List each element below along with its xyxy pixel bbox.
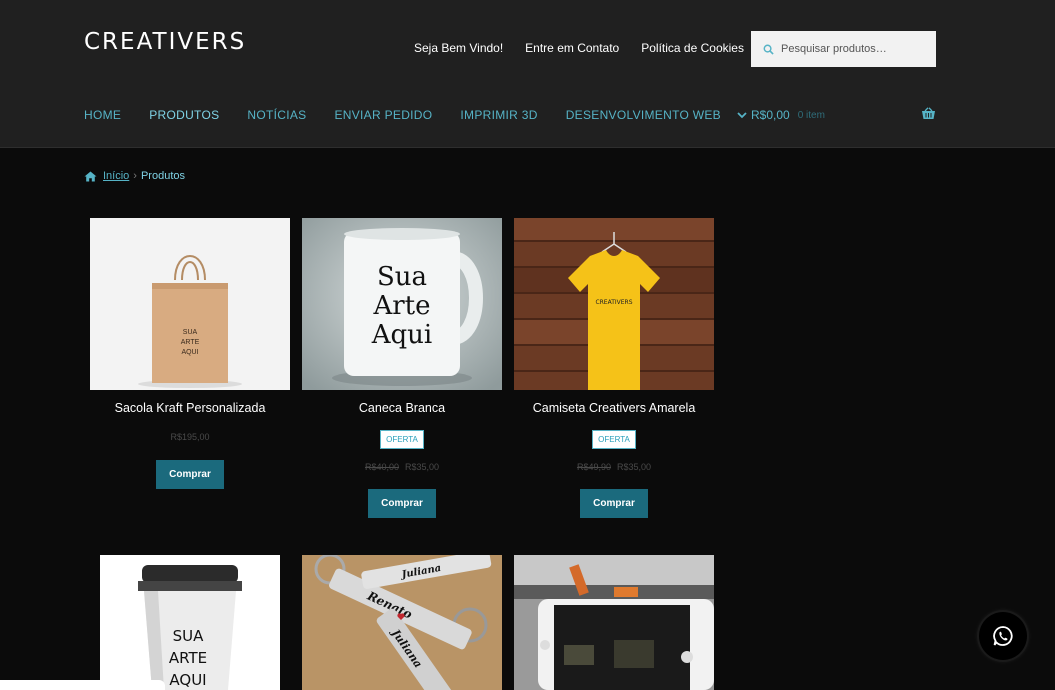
site-header: CREATIVERS Seja Bem Vindo! Entre em Cont… bbox=[0, 0, 1055, 148]
buy-button[interactable]: Comprar bbox=[580, 489, 648, 518]
nav-item-enviar-pedido[interactable]: ENVIAR PEDIDO bbox=[334, 108, 432, 122]
cookie-notice-edge bbox=[0, 680, 165, 690]
product-image[interactable] bbox=[514, 555, 714, 690]
price-original: R$49,90 bbox=[576, 462, 611, 472]
product-image[interactable]: SUA ARTE AQUI bbox=[100, 555, 280, 690]
shirt-print-text: CREATIVERS bbox=[595, 299, 632, 306]
mug-art-text-2: Arte bbox=[372, 291, 430, 321]
nav-item-imprimir-3d[interactable]: IMPRIMIR 3D bbox=[460, 108, 537, 122]
nav-item-produtos[interactable]: PRODUTOS bbox=[149, 108, 219, 122]
whatsapp-chat-button[interactable] bbox=[979, 612, 1027, 660]
product-price: R$40,00 R$35,00 bbox=[302, 462, 502, 472]
cup-art-text-3: AQUI bbox=[169, 671, 206, 689]
sale-badge: OFERTA bbox=[380, 430, 424, 449]
buy-button[interactable]: Comprar bbox=[368, 489, 436, 518]
product-image[interactable]: CREATIVERS bbox=[514, 218, 714, 390]
sale-badge: OFERTA bbox=[592, 430, 636, 449]
chevron-down-icon[interactable] bbox=[737, 111, 747, 119]
product-title[interactable]: Caneca Branca bbox=[302, 401, 502, 415]
buy-button[interactable]: Comprar bbox=[156, 460, 224, 489]
site-logo[interactable]: CREATIVERS bbox=[84, 29, 246, 55]
cart-count: 0 item bbox=[797, 109, 825, 121]
breadcrumb-separator: › bbox=[133, 170, 137, 182]
whatsapp-icon bbox=[993, 626, 1013, 646]
nav-item-desenvolvimento-web[interactable]: DESENVOLVIMENTO WEB bbox=[566, 108, 721, 122]
top-link-welcome[interactable]: Seja Bem Vindo! bbox=[414, 41, 503, 55]
home-icon[interactable] bbox=[84, 171, 97, 182]
mug-art-text-1: Sua bbox=[377, 262, 427, 292]
product-image[interactable]: Sua Arte Aqui bbox=[302, 218, 502, 390]
search-icon bbox=[763, 44, 774, 55]
cart-total: R$0,00 bbox=[751, 108, 790, 122]
product-image[interactable]: SUA ARTE AQUI bbox=[90, 218, 290, 390]
product-title[interactable]: Camiseta Creativers Amarela bbox=[514, 401, 714, 415]
bag-art-text-2: ARTE bbox=[181, 339, 200, 346]
product-image[interactable]: Renato Juliana Juliana bbox=[302, 555, 502, 690]
top-links: Seja Bem Vindo! Entre em Contato Polític… bbox=[414, 41, 744, 55]
nav-item-home[interactable]: HOME bbox=[84, 108, 121, 122]
search-input[interactable] bbox=[781, 43, 931, 55]
top-link-contact[interactable]: Entre em Contato bbox=[525, 41, 619, 55]
bag-art-text-1: SUA bbox=[183, 329, 198, 336]
price-original: R$40,00 bbox=[364, 462, 399, 472]
header-cart[interactable]: R$0,00 0 item bbox=[751, 107, 936, 122]
mug-art-text-3: Aqui bbox=[371, 320, 432, 350]
product-title[interactable]: Sacola Kraft Personalizada bbox=[90, 401, 290, 415]
price-current: R$35,00 bbox=[617, 462, 652, 472]
price-current: R$195,00 bbox=[170, 432, 210, 442]
breadcrumb-home-link[interactable]: Início bbox=[103, 170, 129, 182]
breadcrumb-current: Produtos bbox=[140, 170, 185, 182]
cup-art-text-2: ARTE bbox=[169, 649, 207, 667]
basket-icon[interactable] bbox=[921, 107, 936, 120]
cup-art-text-1: SUA bbox=[173, 627, 205, 645]
breadcrumb: Início › Produtos bbox=[84, 170, 185, 182]
price-current: R$35,00 bbox=[405, 462, 440, 472]
main-nav: HOME PRODUTOS NOTÍCIAS ENVIAR PEDIDO IMP… bbox=[84, 108, 747, 122]
product-price: R$195,00 bbox=[90, 432, 290, 442]
bag-art-text-3: AQUI bbox=[181, 349, 198, 356]
top-link-cookies[interactable]: Política de Cookies bbox=[641, 41, 744, 55]
product-search bbox=[751, 31, 936, 67]
nav-item-noticias[interactable]: NOTÍCIAS bbox=[247, 108, 306, 122]
product-price: R$49,90 R$35,00 bbox=[514, 462, 714, 472]
